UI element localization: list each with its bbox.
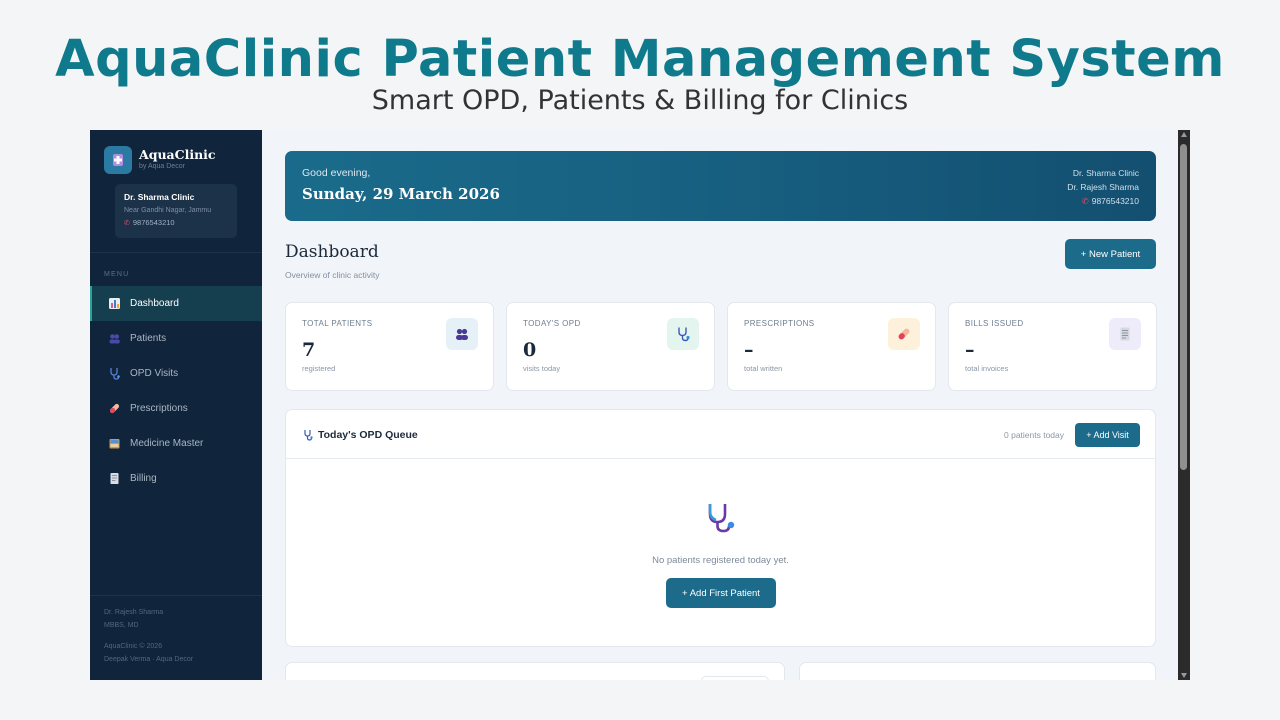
bottom-card-button[interactable] [701,676,769,680]
banner-doctor-name: Dr. Rajesh Sharma [1067,182,1139,192]
opd-queue-panel: Today's OPD Queue 0 patients today + Add… [285,409,1156,647]
stat-value: 7 [302,339,316,361]
stat-note: registered [302,364,336,373]
sidebar-item-label: Billing [130,473,157,484]
clinic-phone: ✆ 9876543210 [124,218,228,227]
menu-label: MENU [104,271,130,278]
stethoscope-icon [304,430,313,441]
clinic-name: Dr. Sharma Clinic [124,192,195,202]
pill-icon [888,318,920,350]
stat-label: BILLS ISSUED [965,319,1024,328]
stat-card-prescriptions[interactable]: PRESCRIPTIONS – total written [727,302,936,391]
sidebar-item-label: OPD Visits [130,368,179,379]
chart-icon [108,297,121,310]
scroll-up-arrow-icon[interactable] [1181,132,1187,137]
pill-icon [108,402,121,415]
stat-note: total written [744,364,783,373]
promo-subtitle: Smart OPD, Patients & Billing for Clinic… [371,85,909,116]
stat-value: – [744,339,754,361]
footer-doctor: Dr. Rajesh Sharma [104,609,164,616]
users-icon [108,332,121,345]
greeting-banner: Good evening, Sunday, 29 March 2026 Dr. … [285,151,1156,221]
sidebar-item-prescriptions[interactable]: Prescriptions [90,391,262,426]
banner-clinic-name: Dr. Sharma Clinic [1072,168,1139,178]
clinic-card: Dr. Sharma Clinic Near Gandhi Nagar, Jam… [115,184,237,238]
sidebar-item-billing[interactable]: Billing [90,461,262,496]
sidebar-item-label: Patients [130,333,167,344]
scroll-down-arrow-icon[interactable] [1181,673,1187,678]
brand[interactable]: AquaClinic by Aqua Decor [104,146,216,174]
users-icon [446,318,478,350]
scrollbar[interactable] [1178,130,1190,680]
sidebar: AquaClinic by Aqua Decor Dr. Sharma Clin… [90,130,262,680]
stat-label: TODAY'S OPD [523,319,581,328]
clinic-address: Near Gandhi Nagar, Jammu [124,207,212,214]
banner-phone: ✆ 9876543210 [1067,194,1139,208]
stat-card-todays-opd[interactable]: TODAY'S OPD 0 visits today [506,302,715,391]
phone-icon: ✆ [1081,196,1089,206]
sidebar-item-label: Medicine Master [130,438,204,449]
sidebar-item-opd-visits[interactable]: OPD Visits [90,356,262,391]
clinic-logo-icon [104,146,132,174]
stethoscope-icon [708,504,735,533]
sidebar-item-patients[interactable]: Patients [90,321,262,356]
stat-label: PRESCRIPTIONS [744,319,815,328]
banner-phone-number: 9876543210 [1091,196,1139,206]
brand-name: AquaClinic [139,147,216,162]
current-date: Sunday, 29 March 2026 [302,185,500,203]
receipt-icon [108,472,121,485]
promo-title: AquaClinic Patient Management System [55,30,1225,89]
sidebar-footer-divider [90,595,262,596]
sidebar-nav: Dashboard Patients OPD Visits Prescripti… [90,286,262,496]
sidebar-item-medicine-master[interactable]: Medicine Master [90,426,262,461]
sidebar-item-dashboard[interactable]: Dashboard [90,286,262,321]
stat-note: visits today [523,364,561,373]
footer-degree: MBBS, MD [104,621,139,629]
footer-copyright: AquaClinic © 2026 [104,643,163,650]
sidebar-item-label: Prescriptions [130,403,188,414]
stat-note: total invoices [965,364,1009,373]
sidebar-footer: Dr. Rajesh Sharma MBBS, MD AquaClinic © … [104,607,193,666]
greeting-text: Good evening, [302,167,371,179]
stethoscope-icon [667,318,699,350]
empty-state-text: No patients registered today yet. [652,555,789,566]
scroll-thumb[interactable] [1180,144,1187,470]
sidebar-divider [90,252,262,253]
opd-queue-title: Today's OPD Queue [302,429,418,441]
new-patient-button[interactable]: + New Patient [1065,239,1156,269]
phone-icon: ✆ [124,219,130,227]
stat-card-total-patients[interactable]: TOTAL PATIENTS 7 registered [285,302,494,391]
cabinet-icon [108,437,121,450]
app-window: AquaClinic by Aqua Decor Dr. Sharma Clin… [90,130,1190,680]
banner-clinic-info: Dr. Sharma Clinic Dr. Rajesh Sharma ✆ 987… [1067,166,1139,208]
add-first-patient-button[interactable]: + Add First Patient [666,578,776,608]
opd-queue-header: Today's OPD Queue 0 patients today + Add… [286,410,1155,459]
footer-credit: Deepak Verma · Aqua Decor [104,655,194,663]
page-title: Dashboard [285,242,379,262]
bottom-card-left [285,662,785,680]
stat-label: TOTAL PATIENTS [302,319,373,328]
stat-value: 0 [523,339,537,361]
add-visit-button[interactable]: + Add Visit [1075,423,1140,447]
opd-queue-title-text: Today's OPD Queue [318,429,418,441]
clinic-phone-number: 9876543210 [132,218,175,227]
stat-card-bills-issued[interactable]: BILLS ISSUED – total invoices [948,302,1157,391]
brand-by: by Aqua Decor [139,163,185,170]
receipt-icon [1109,318,1141,350]
stat-value: – [965,339,975,361]
stethoscope-icon [108,367,121,380]
page-subtitle: Overview of clinic activity [285,270,380,280]
sidebar-item-label: Dashboard [130,298,179,309]
bottom-card-right [799,662,1156,680]
opd-queue-count: 0 patients today [1004,430,1065,440]
main-content: Good evening, Sunday, 29 March 2026 Dr. … [262,130,1178,680]
